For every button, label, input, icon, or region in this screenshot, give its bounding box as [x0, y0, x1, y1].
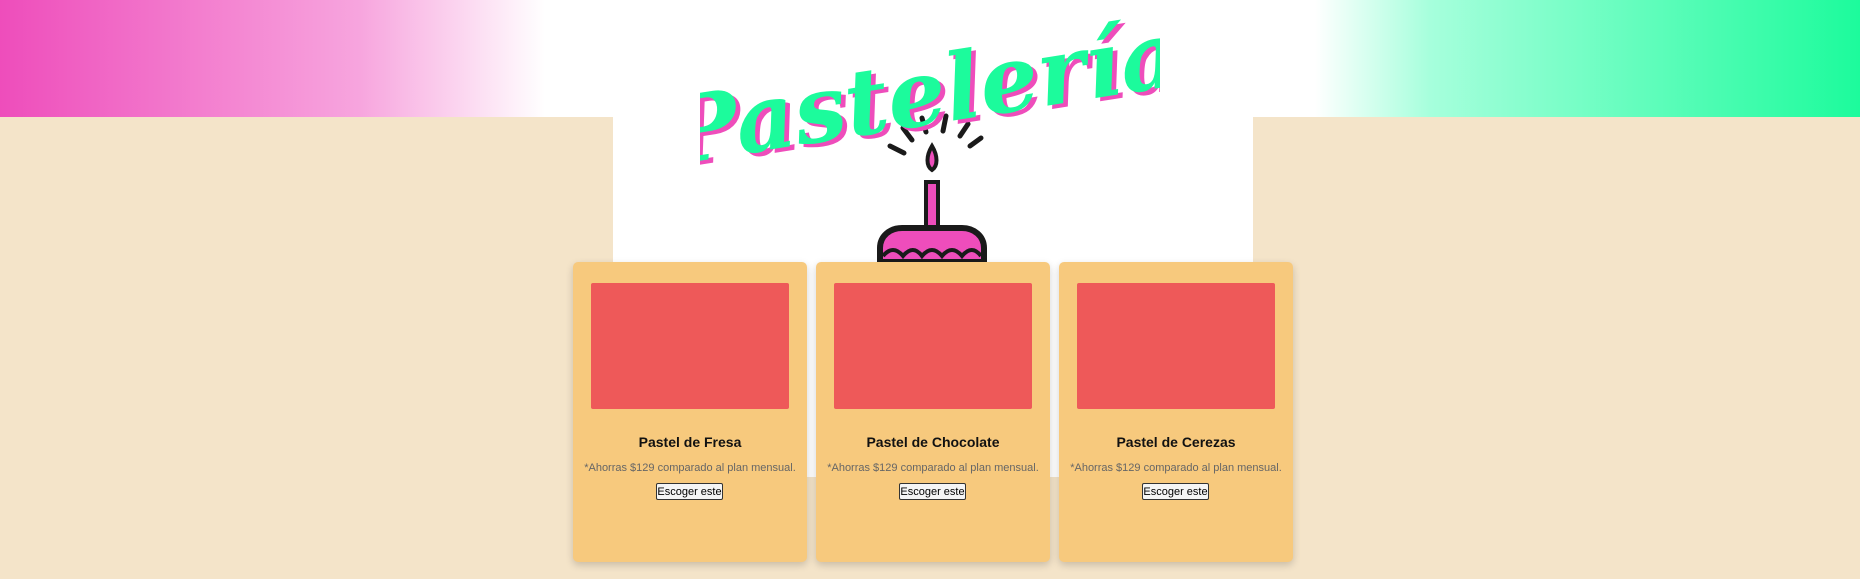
product-image	[834, 283, 1032, 409]
product-card: Pastel de Fresa *Ahorras $129 comparado …	[573, 262, 807, 562]
product-title: Pastel de Fresa	[638, 434, 742, 450]
product-savings-note: *Ahorras $129 comparado al plan mensual.	[584, 462, 796, 474]
product-card: Pastel de Cerezas *Ahorras $129 comparad…	[1059, 262, 1293, 562]
product-card: Pastel de Chocolate *Ahorras $129 compar…	[816, 262, 1050, 562]
choose-button[interactable]: Escoger este	[656, 483, 723, 500]
product-title: Pastel de Chocolate	[866, 434, 1000, 450]
choose-button[interactable]: Escoger este	[1142, 483, 1209, 500]
candle-icon	[924, 142, 940, 232]
product-cards: Pastel de Fresa *Ahorras $129 comparado …	[573, 262, 1293, 562]
product-image	[1077, 283, 1275, 409]
logo: Pastelería Pastelería	[700, 0, 1160, 265]
product-title: Pastel de Cerezas	[1116, 434, 1236, 450]
choose-button[interactable]: Escoger este	[899, 483, 966, 500]
cake-icon	[877, 225, 987, 265]
product-savings-note: *Ahorras $129 comparado al plan mensual.	[1070, 462, 1282, 474]
product-image	[591, 283, 789, 409]
product-savings-note: *Ahorras $129 comparado al plan mensual.	[827, 462, 1039, 474]
